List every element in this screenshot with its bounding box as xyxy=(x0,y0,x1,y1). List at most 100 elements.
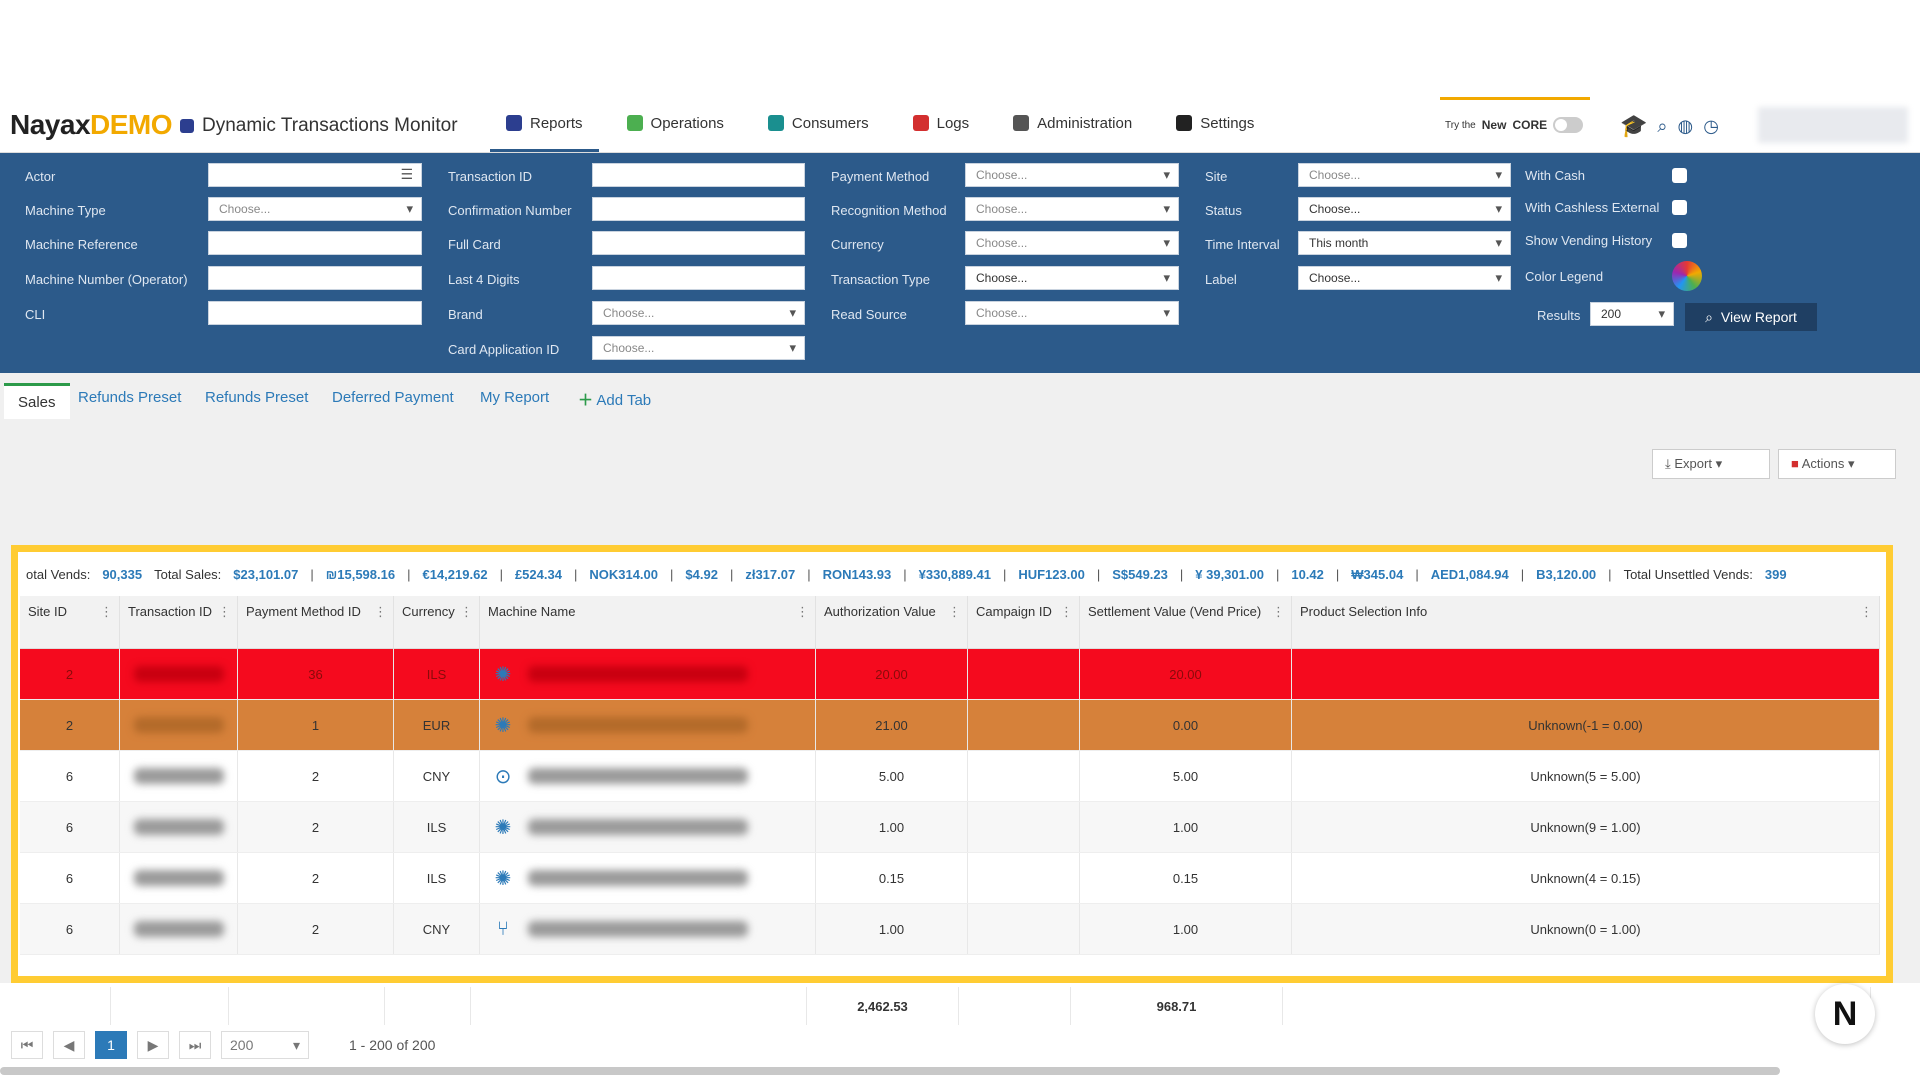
list-icon[interactable]: ☰ xyxy=(400,166,413,183)
machine-reference-input[interactable] xyxy=(208,231,422,255)
machine-type-select[interactable]: Choose... xyxy=(208,197,422,221)
currency-select[interactable]: Choose... xyxy=(965,231,1179,255)
redacted-transaction-id xyxy=(133,819,224,835)
table-row[interactable]: 6 2 CNY ⑂ 1.00 1.00 Unknown(0 = 1.00) xyxy=(20,904,1880,955)
summary-bar: otal Vends: 90,335 Total Sales: $23,101.07 |… xyxy=(26,562,1878,586)
column-menu-icon[interactable]: ⋮ xyxy=(796,602,809,622)
label-select[interactable]: Choose... xyxy=(1298,266,1511,290)
view-report-button[interactable]: ⌕ View Report xyxy=(1685,303,1817,331)
logo[interactable]: NayaxDEMO xyxy=(10,109,173,141)
recognition-method-select[interactable]: Choose... xyxy=(965,197,1179,221)
with-cashless-checkbox[interactable] xyxy=(1672,200,1687,215)
horizontal-scrollbar[interactable] xyxy=(0,1067,1780,1075)
tab-my-report[interactable]: My Report xyxy=(480,389,549,406)
machine-number-input[interactable] xyxy=(208,266,422,290)
summary-separator: | xyxy=(310,566,314,582)
table-row[interactable]: 2 36 ILS ✺ 20.00 20.00 xyxy=(20,649,1880,700)
time-interval-select[interactable]: This month xyxy=(1298,231,1511,255)
sales-amount: ₪15,598.16 xyxy=(325,566,396,582)
currency-label: Currency xyxy=(831,237,884,252)
column-header[interactable]: Machine Name ⋮ xyxy=(480,596,816,648)
redacted-machine-name xyxy=(528,666,748,682)
status-select[interactable]: Choose... xyxy=(1298,197,1511,221)
prev-page-button[interactable]: ◀ xyxy=(53,1031,85,1059)
tab-refunds-preset-2[interactable]: Refunds Preset xyxy=(205,389,308,406)
site-select[interactable]: Choose... xyxy=(1298,163,1511,187)
card-app-id-label: Card Application ID xyxy=(448,342,560,357)
user-menu[interactable] xyxy=(1758,107,1908,143)
transactions-panel: otal Vends: 90,335 Total Sales: $23,101.07 |… xyxy=(11,545,1893,983)
column-header[interactable]: Transaction ID ⋮ xyxy=(120,596,238,648)
column-menu-icon[interactable]: ⋮ xyxy=(1060,602,1073,622)
table-cell: 20.00 xyxy=(816,649,968,699)
tab-refunds-preset-1[interactable]: Refunds Preset xyxy=(78,389,181,406)
show-vending-checkbox[interactable] xyxy=(1672,233,1687,248)
export-button[interactable]: ⤓ Export ▾ xyxy=(1652,449,1770,479)
column-header[interactable]: Authorization Value ⋮ xyxy=(816,596,968,648)
sales-amount: 10.42 xyxy=(1291,566,1324,582)
column-menu-icon[interactable]: ⋮ xyxy=(1272,602,1285,622)
actions-button[interactable]: ■ Actions ▾ xyxy=(1778,449,1896,479)
search-icon: ⌕ xyxy=(1705,308,1713,325)
tab-sales[interactable]: Sales xyxy=(4,383,70,419)
column-menu-icon[interactable]: ⋮ xyxy=(1860,602,1873,622)
column-header[interactable]: Payment Method ID ⋮ xyxy=(238,596,394,648)
add-tab-button[interactable]: ＋ Add Tab xyxy=(578,389,651,410)
read-source-select[interactable]: Choose... xyxy=(965,301,1179,325)
nav-logs[interactable]: Logs xyxy=(897,97,986,149)
first-page-button[interactable]: ⏮ xyxy=(11,1031,43,1059)
page-size-select[interactable]: 200 ▾ xyxy=(221,1031,309,1059)
last4-input[interactable] xyxy=(592,266,805,290)
column-menu-icon[interactable]: ⋮ xyxy=(460,602,473,622)
next-page-button[interactable]: ▶ xyxy=(137,1031,169,1059)
nav-reports[interactable]: Reports xyxy=(490,97,599,152)
current-page[interactable]: 1 xyxy=(95,1031,127,1059)
table-row[interactable]: 2 1 EUR ✺ 21.00 0.00 Unknown(-1 = 0.00) xyxy=(20,700,1880,751)
transaction-type-label: Transaction Type xyxy=(831,272,930,287)
transaction-type-select[interactable]: Choose... xyxy=(965,266,1179,290)
nav-settings[interactable]: Settings xyxy=(1160,97,1270,149)
column-menu-icon[interactable]: ⋮ xyxy=(374,602,387,622)
globe-icon[interactable]: ◍ xyxy=(1678,116,1694,137)
table-row[interactable]: 6 2 CNY ⊙ 5.00 5.00 Unknown(5 = 5.00) xyxy=(20,751,1880,802)
confirmation-number-input[interactable] xyxy=(592,197,805,221)
full-card-input[interactable] xyxy=(592,231,805,255)
search-icon[interactable]: ⌕ xyxy=(1657,116,1667,137)
sales-amount: ¥ 39,301.00 xyxy=(1195,566,1264,582)
core-toggle[interactable] xyxy=(1553,117,1584,133)
grid-header: Site ID ⋮ Transaction ID ⋮ Payment Method ID… xyxy=(20,596,1880,649)
column-header[interactable]: Site ID ⋮ xyxy=(20,596,120,648)
column-header[interactable]: Currency ⋮ xyxy=(394,596,480,648)
column-header[interactable]: Campaign ID ⋮ xyxy=(968,596,1080,648)
payment-method-select[interactable]: Choose... xyxy=(965,163,1179,187)
table-row[interactable]: 6 2 ILS ✺ 1.00 1.00 Unknown(9 = 1.00) xyxy=(20,802,1880,853)
table-cell: 2 xyxy=(20,649,120,699)
nav-operations[interactable]: Operations xyxy=(611,97,740,149)
try-core-toggle-group[interactable]: Try the New CORE xyxy=(1445,117,1584,133)
results-select[interactable]: 200 xyxy=(1590,302,1674,326)
column-header[interactable]: Settlement Value (Vend Price) ⋮ xyxy=(1080,596,1292,648)
nayax-assistant-icon[interactable]: N xyxy=(1815,984,1875,1044)
column-menu-icon[interactable]: ⋮ xyxy=(100,602,113,622)
clock-icon[interactable]: ◷ xyxy=(1703,116,1719,137)
column-menu-icon[interactable]: ⋮ xyxy=(948,602,961,622)
actor-input[interactable]: ☰ xyxy=(208,163,422,187)
tab-deferred-payment[interactable]: Deferred Payment xyxy=(332,389,454,406)
with-cash-checkbox[interactable] xyxy=(1672,168,1687,183)
nav-administration[interactable]: Administration xyxy=(997,97,1148,149)
card-app-id-select[interactable]: Choose... xyxy=(592,336,805,360)
nav-consumers[interactable]: Consumers xyxy=(752,97,885,149)
summary-separator: | xyxy=(1335,566,1340,582)
brand-select[interactable]: Choose... xyxy=(592,301,805,325)
graduation-cap-icon[interactable]: 🎓 xyxy=(1620,113,1647,139)
table-row[interactable]: 6 2 ILS ✺ 0.15 0.15 Unknown(4 = 0.15) xyxy=(20,853,1880,904)
transaction-id-input[interactable] xyxy=(592,163,805,187)
last-page-button[interactable]: ⏭ xyxy=(179,1031,211,1059)
table-cell: 36 xyxy=(238,649,394,699)
column-header[interactable]: Product Selection Info ⋮ xyxy=(1292,596,1880,648)
column-menu-icon[interactable]: ⋮ xyxy=(218,602,231,622)
consumers-icon xyxy=(767,115,784,131)
summary-separator: | xyxy=(1608,566,1612,582)
color-legend-icon[interactable] xyxy=(1672,261,1702,291)
cli-input[interactable] xyxy=(208,301,422,325)
